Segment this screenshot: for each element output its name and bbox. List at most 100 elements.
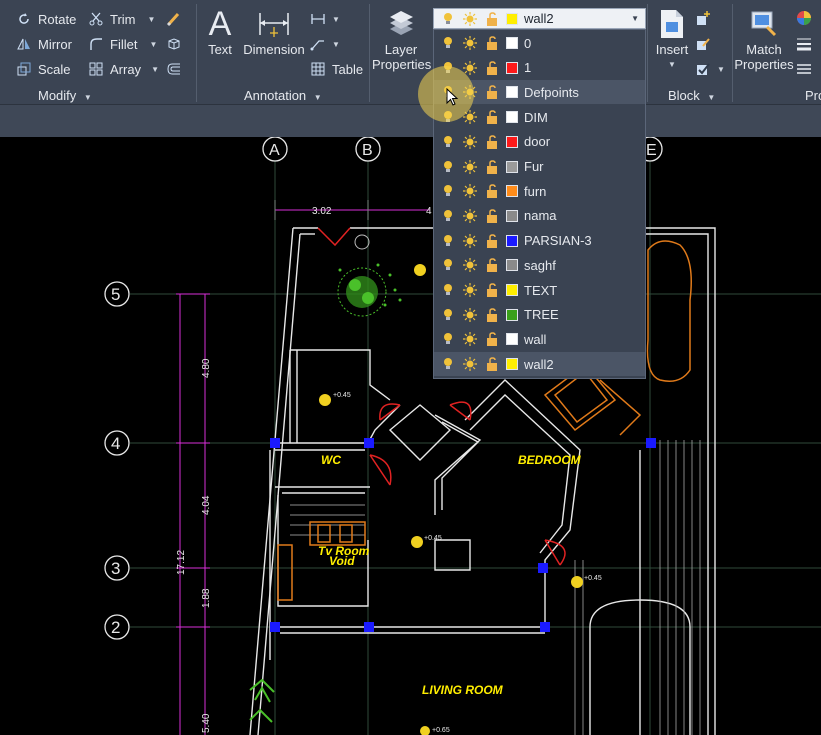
on-bulb-icon[interactable] (440, 35, 456, 51)
unlock-icon[interactable] (484, 257, 500, 273)
thaw-sun-icon[interactable] (462, 183, 478, 199)
thaw-sun-icon[interactable] (462, 356, 478, 372)
linear-dim-button[interactable]: ▼ (310, 11, 340, 27)
create-block-button[interactable] (695, 10, 717, 26)
thaw-sun-icon[interactable] (462, 35, 478, 51)
on-bulb-icon[interactable] (440, 307, 456, 323)
thaw-sun-icon[interactable] (462, 257, 478, 273)
unlock-icon[interactable] (484, 84, 500, 100)
rotate-button[interactable]: Rotate (16, 11, 76, 27)
layer-color-swatch[interactable] (506, 234, 518, 247)
thaw-sun-icon[interactable] (462, 159, 478, 175)
layer-item[interactable]: wall (434, 327, 645, 351)
on-bulb-icon[interactable] (440, 208, 456, 224)
layer-item[interactable]: TREE (434, 303, 645, 327)
linetype-button[interactable] (796, 61, 818, 77)
on-bulb-icon[interactable] (440, 183, 456, 199)
layer-color-swatch[interactable] (506, 209, 518, 222)
array-button[interactable]: Array ▼ (88, 61, 159, 77)
layer-item[interactable]: Fur (434, 155, 645, 179)
layer-color-swatch[interactable] (506, 333, 518, 346)
layer-dropdown-chevron-icon[interactable]: ▼ (631, 14, 639, 23)
on-bulb-icon[interactable] (440, 356, 456, 372)
block-panel-title[interactable]: Block ▼ (668, 88, 715, 103)
on-bulb-icon[interactable] (440, 331, 456, 347)
drawing-canvas[interactable]: A B E 5 4 3 2 3.02 4 4.80 4.04 1.88 17.1… (0, 137, 821, 735)
on-bulb-icon[interactable] (440, 233, 456, 249)
trim-dropdown-icon[interactable]: ▼ (148, 15, 156, 24)
layer-color-swatch[interactable] (506, 160, 518, 173)
layer-item[interactable]: furn (434, 179, 645, 203)
thaw-sun-icon[interactable] (462, 233, 478, 249)
on-bulb-icon[interactable] (440, 159, 456, 175)
annotation-panel-title[interactable]: Annotation ▼ (244, 88, 322, 103)
edit-block-button[interactable] (695, 36, 717, 52)
unlock-icon[interactable] (484, 331, 500, 347)
thaw-sun-icon[interactable] (462, 134, 478, 150)
layer-color-swatch[interactable] (506, 135, 518, 148)
unlock-icon[interactable] (484, 159, 500, 175)
thaw-sun-icon[interactable] (462, 307, 478, 323)
on-bulb-icon[interactable] (440, 257, 456, 273)
layer-item[interactable]: TEXT (434, 278, 645, 302)
unlock-icon[interactable] (484, 60, 500, 76)
unlock-icon[interactable] (484, 307, 500, 323)
lineweight-button[interactable] (796, 36, 818, 52)
offset-button[interactable] (166, 61, 188, 77)
unlock-icon[interactable] (484, 208, 500, 224)
unlock-icon[interactable] (484, 183, 500, 199)
unlock-icon[interactable] (484, 35, 500, 51)
on-bulb-icon[interactable] (440, 282, 456, 298)
unlock-icon (484, 11, 500, 27)
properties-panel-title[interactable]: Pro (805, 88, 821, 103)
thaw-sun-icon[interactable] (462, 208, 478, 224)
layer-color-swatch[interactable] (506, 185, 518, 198)
layer-item[interactable]: door (434, 130, 645, 154)
linear-dim-dropdown-icon[interactable]: ▼ (332, 15, 340, 24)
text-icon: A (208, 5, 232, 43)
match-properties-button[interactable]: Match Properties (734, 6, 794, 72)
scale-button[interactable]: Scale (16, 61, 71, 77)
unlock-icon[interactable] (484, 282, 500, 298)
modify-panel-title[interactable]: Modify ▼ (38, 88, 92, 103)
thaw-sun-icon[interactable] (462, 331, 478, 347)
unlock-icon[interactable] (484, 233, 500, 249)
layer-color-swatch[interactable] (506, 37, 518, 49)
unlock-icon[interactable] (484, 356, 500, 372)
text-button[interactable]: A Text (204, 6, 236, 57)
table-button[interactable]: Table (310, 61, 363, 77)
block-attribute-dropdown-icon[interactable]: ▼ (717, 65, 725, 74)
array-dropdown-icon[interactable]: ▼ (151, 65, 159, 74)
leader-button[interactable]: ▼ (310, 36, 340, 52)
layer-properties-button[interactable]: Layer Properties (372, 6, 431, 72)
block-attribute-button[interactable]: ▼ (695, 61, 725, 77)
dimension-button[interactable]: Dimension (242, 6, 306, 57)
color-button[interactable] (796, 10, 818, 26)
layer-color-swatch[interactable] (506, 358, 518, 371)
layer-item[interactable]: 0 (434, 31, 645, 55)
layer-item[interactable]: saghf (434, 253, 645, 277)
thaw-sun-icon[interactable] (462, 282, 478, 298)
floor-plan: A B E 5 4 3 2 3.02 4 4.80 4.04 1.88 17.1… (104, 137, 821, 735)
leader-dropdown-icon[interactable]: ▼ (332, 40, 340, 49)
layer-color-swatch[interactable] (506, 259, 518, 272)
layer-item[interactable]: PARSIAN-3 (434, 229, 645, 253)
trim-button[interactable]: Trim ▼ (88, 11, 155, 27)
insert-button[interactable]: Insert ▼ (651, 6, 693, 72)
mirror-button[interactable]: Mirror (16, 36, 72, 52)
on-bulb-icon[interactable] (440, 134, 456, 150)
layer-color-swatch[interactable] (506, 61, 518, 74)
erase-button[interactable] (166, 11, 188, 27)
layer-color-swatch[interactable] (506, 86, 518, 99)
fillet-button[interactable]: Fillet ▼ (88, 36, 157, 52)
fillet-dropdown-icon[interactable]: ▼ (149, 40, 157, 49)
layer-item[interactable]: nama (434, 204, 645, 228)
layer-color-swatch[interactable] (506, 308, 518, 321)
layer-item[interactable]: wall2 (434, 352, 645, 377)
layer-color-swatch[interactable] (506, 284, 518, 296)
3d-box-button[interactable] (166, 36, 188, 52)
layer-color-swatch[interactable] (506, 111, 518, 124)
layer-dropdown[interactable]: wall2 ▼ (433, 8, 646, 29)
unlock-icon[interactable] (484, 134, 500, 150)
unlock-icon[interactable] (484, 109, 500, 125)
